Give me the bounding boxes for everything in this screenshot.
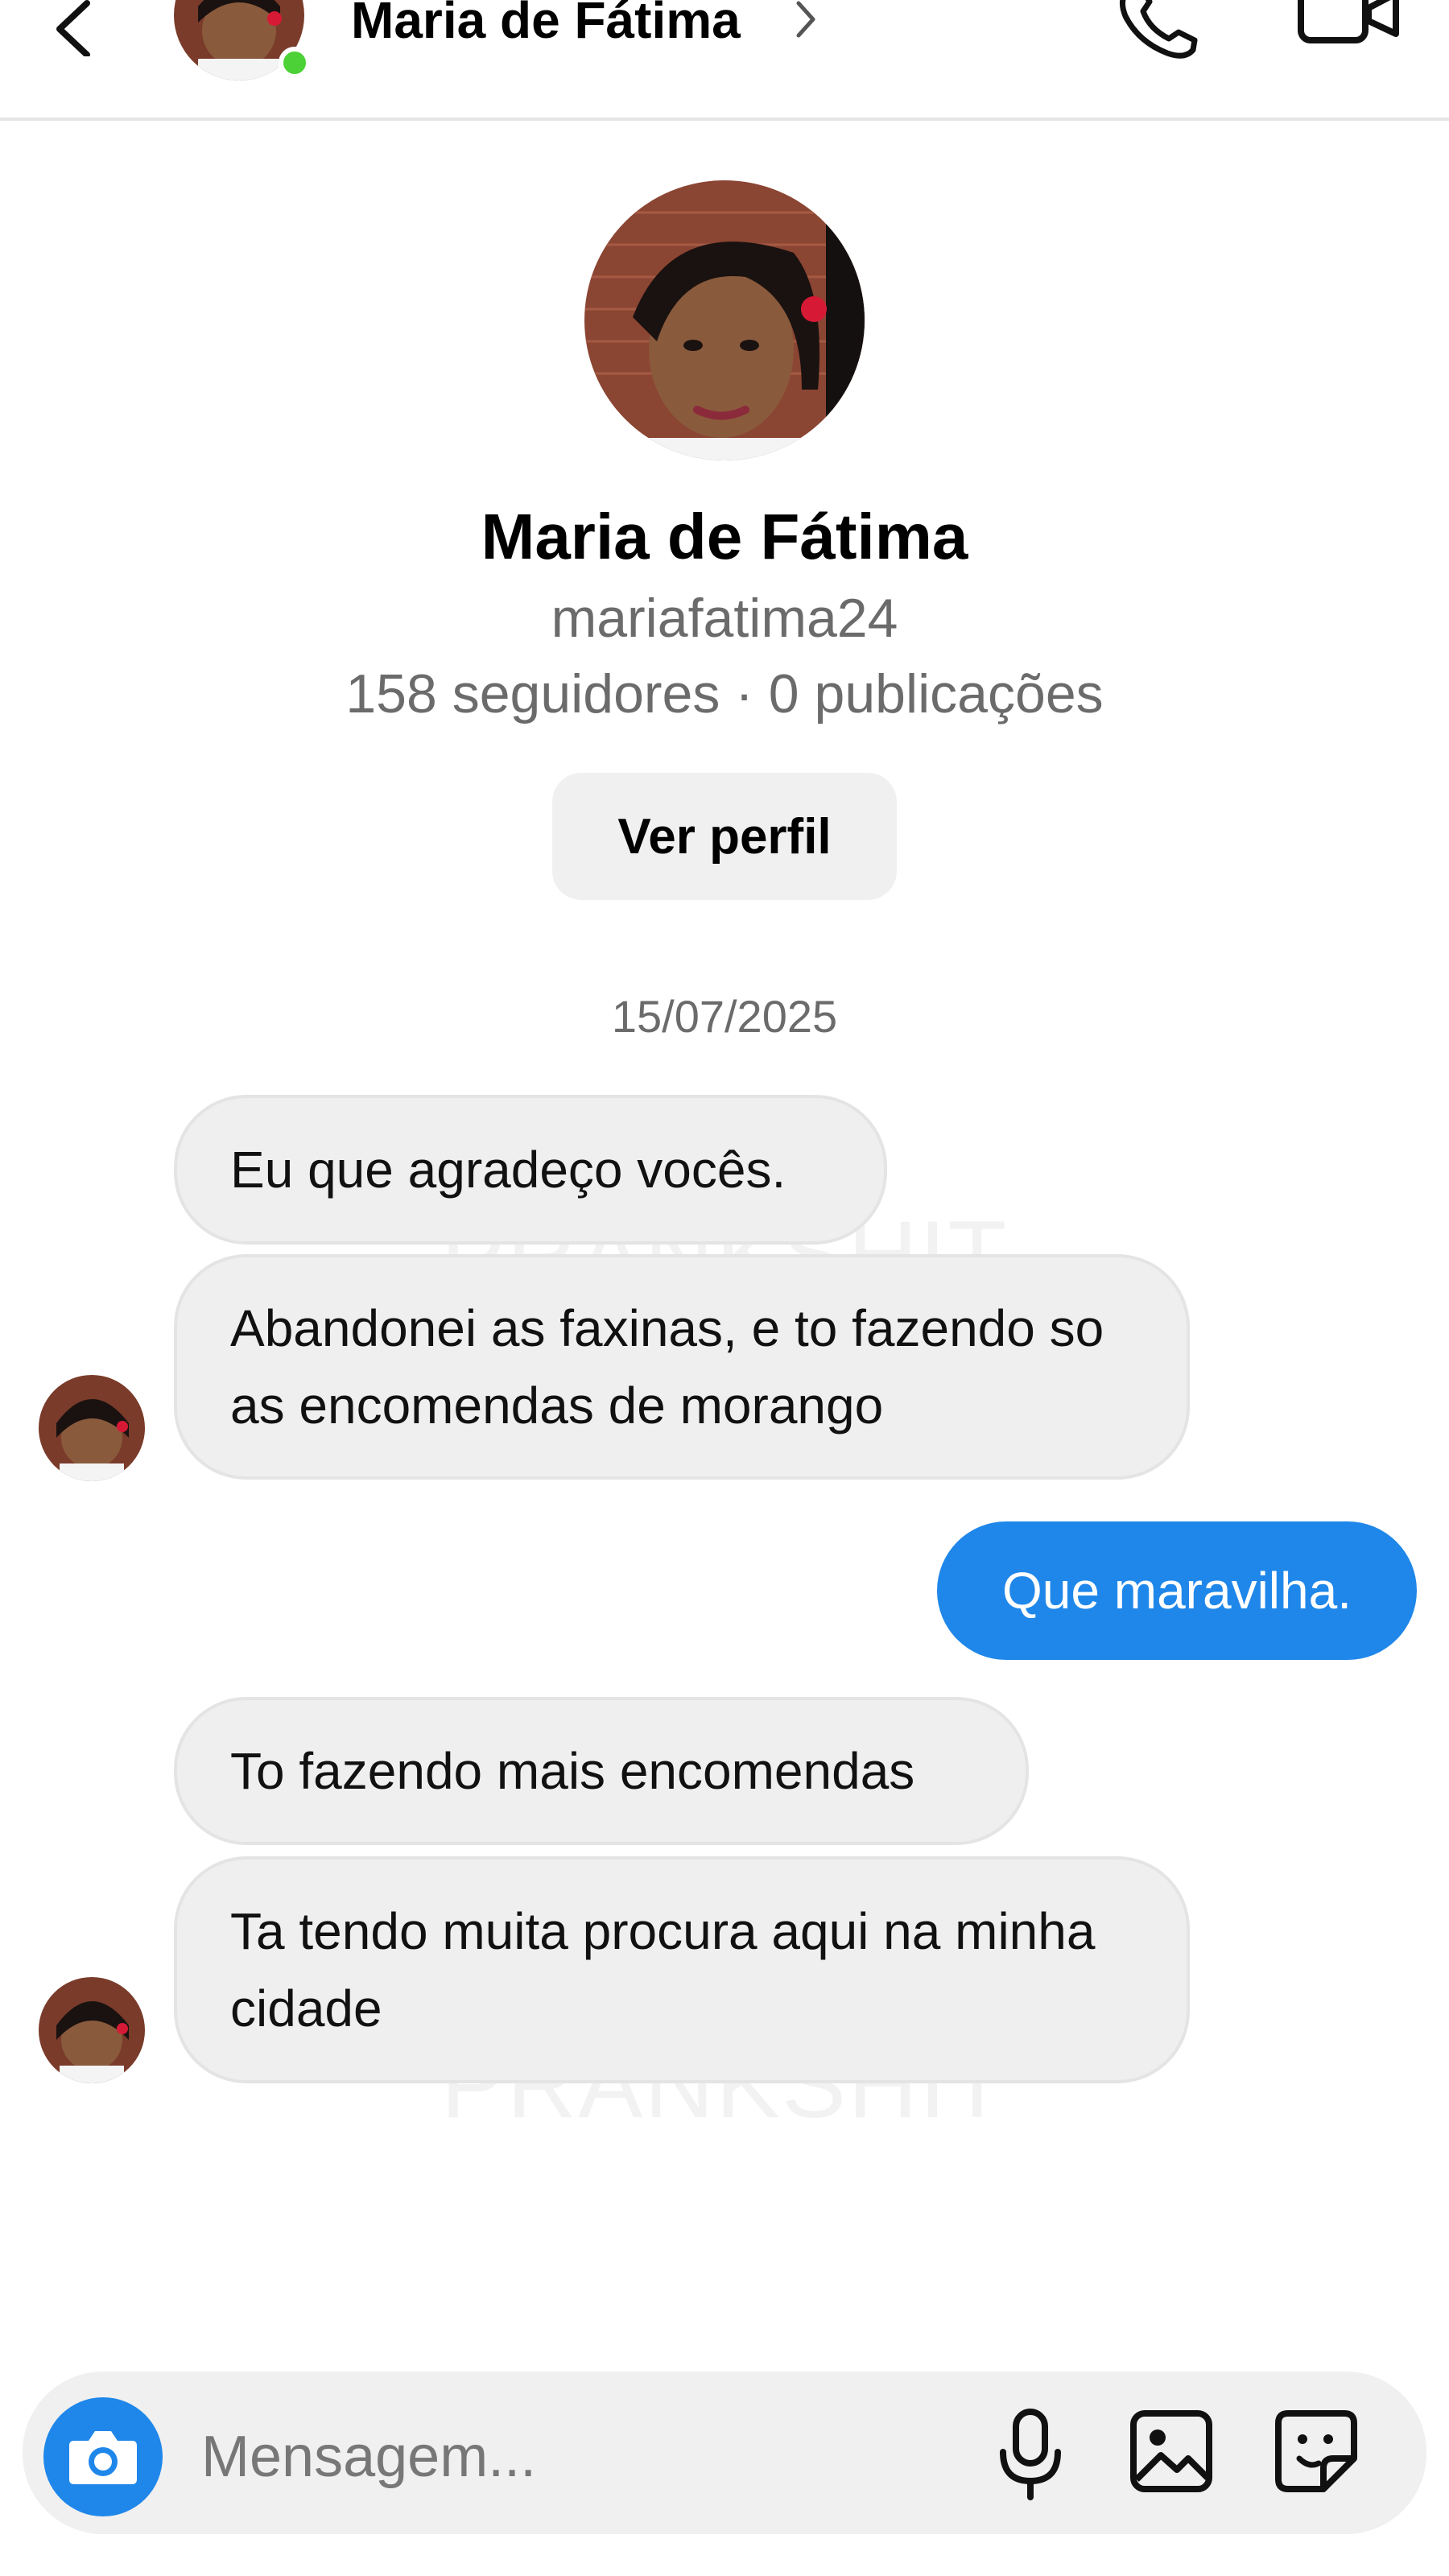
message-text: Eu que agradeço vocês. <box>230 1141 786 1199</box>
incoming-message[interactable]: Abandonei as faxinas, e to fazendo so as… <box>174 1254 1190 1480</box>
message-text: To fazendo mais encomendas <box>230 1742 915 1800</box>
profile-photo[interactable] <box>584 180 865 460</box>
sticker-icon[interactable] <box>1272 2407 1360 2496</box>
profile-stats: 158 seguidores · 0 publicações <box>345 663 1104 724</box>
sender-avatar[interactable] <box>39 1375 145 1481</box>
microphone-icon[interactable] <box>990 2407 1071 2504</box>
outgoing-message[interactable]: Que maravilha. <box>937 1521 1417 1660</box>
back-arrow-icon[interactable] <box>48 0 97 56</box>
phone-icon[interactable] <box>1111 0 1208 64</box>
date-separator: 15/07/2025 <box>611 991 838 1042</box>
incoming-message[interactable]: Ta tendo muita procura aqui na minha cid… <box>174 1856 1190 2083</box>
profile-name: Maria de Fátima <box>481 501 968 572</box>
camera-button[interactable] <box>43 2397 163 2516</box>
gallery-icon[interactable] <box>1127 2407 1216 2496</box>
message-text: Abandonei as faxinas, e to fazendo so as… <box>230 1299 1104 1435</box>
online-status-dot <box>279 47 311 79</box>
message-input[interactable]: Mensagem... <box>201 2425 536 2489</box>
camera-icon <box>69 2431 137 2484</box>
profile-username: mariafatima24 <box>551 588 898 649</box>
header-contact-name[interactable]: Maria de Fátima <box>351 0 741 48</box>
chat-header: Maria de Fátima <box>0 0 1449 121</box>
incoming-message[interactable]: To fazendo mais encomendas <box>174 1697 1029 1845</box>
chevron-right-icon[interactable] <box>792 0 819 43</box>
incoming-message[interactable]: Eu que agradeço vocês. <box>174 1095 887 1245</box>
message-text: Que maravilha. <box>1002 1562 1352 1620</box>
view-profile-button[interactable]: Ver perfil <box>552 773 897 900</box>
sender-avatar[interactable] <box>39 1977 145 2083</box>
message-text: Ta tendo muita procura aqui na minha cid… <box>230 1902 1096 2037</box>
video-camera-icon[interactable] <box>1296 0 1401 64</box>
